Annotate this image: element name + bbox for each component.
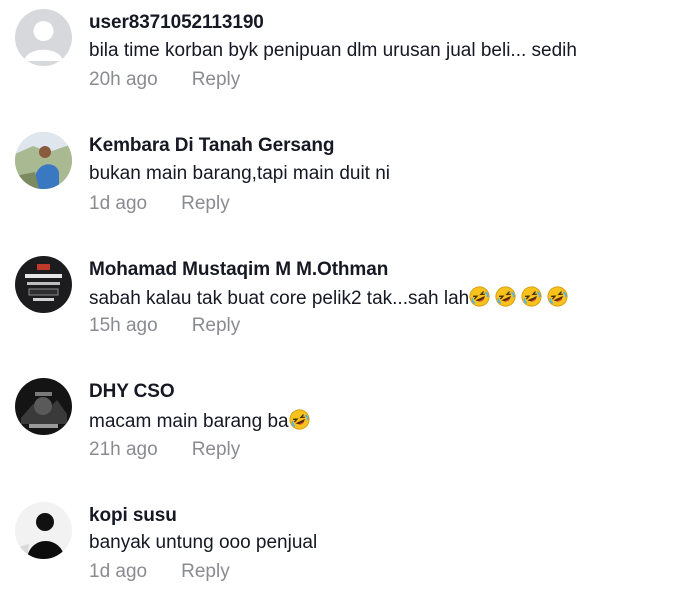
avatar[interactable] xyxy=(15,502,72,559)
comment-username[interactable]: DHY CSO xyxy=(89,381,175,403)
reply-button[interactable]: Reply xyxy=(192,439,241,460)
comment-meta: 1d ago Reply xyxy=(89,193,230,215)
reply-button[interactable]: Reply xyxy=(181,561,230,582)
reply-button[interactable]: Reply xyxy=(192,315,241,336)
photo-avatar-icon xyxy=(15,132,72,189)
comment-item: user8371052113190 bila time korban byk p… xyxy=(0,0,680,110)
comment-time: 1d ago xyxy=(89,561,148,582)
comment-item: Kembara Di Tanah Gersang bukan main bara… xyxy=(0,124,680,234)
reply-button[interactable]: Reply xyxy=(192,69,241,90)
comment-username[interactable]: user8371052113190 xyxy=(89,12,264,34)
rolling-on-floor-laughing-icon xyxy=(521,286,542,307)
rolling-on-floor-laughing-icon xyxy=(469,286,490,307)
comment-text: bila time korban byk penipuan dlm urusan… xyxy=(89,40,577,62)
comment-text-content: bukan main barang,tapi main duit ni xyxy=(89,163,391,184)
comment-item: DHY CSO macam main barang ba 21h ago Repl… xyxy=(0,371,680,481)
comment-username[interactable]: kopi susu xyxy=(89,505,177,527)
comment-username[interactable]: Kembara Di Tanah Gersang xyxy=(89,135,334,157)
avatar[interactable] xyxy=(15,9,72,66)
rolling-on-floor-laughing-icon xyxy=(495,286,516,307)
comment-username[interactable]: Mohamad Mustaqim M M.Othman xyxy=(89,259,388,281)
comment-item: Mohamad Mustaqim M M.Othman sabah kalau … xyxy=(0,247,680,357)
comment-meta: 20h ago Reply xyxy=(89,69,240,91)
avatar[interactable] xyxy=(15,378,72,435)
comment-text-content: banyak untung ooo penjual xyxy=(89,532,318,553)
rolling-on-floor-laughing-icon xyxy=(547,286,568,307)
comment-text: macam main barang ba xyxy=(89,409,315,433)
comment-time: 15h ago xyxy=(89,315,158,336)
comment-text-content: sabah kalau tak buat core pelik2 tak...s… xyxy=(89,288,470,309)
avatar[interactable] xyxy=(15,256,72,313)
emoji-group xyxy=(469,286,573,309)
rolling-on-floor-laughing-icon xyxy=(289,409,310,430)
comment-time: 21h ago xyxy=(89,439,158,460)
comment-meta: 21h ago Reply xyxy=(89,439,240,461)
comment-meta: 15h ago Reply xyxy=(89,315,240,337)
photo-avatar-icon xyxy=(15,502,72,559)
comment-text-content: bila time korban byk penipuan dlm urusan… xyxy=(89,40,577,61)
comment-text: banyak untung ooo penjual xyxy=(89,532,317,554)
comment-text-content: macam main barang ba xyxy=(89,411,289,432)
comment-item: kopi susu banyak untung ooo penjual 1d a… xyxy=(0,495,680,605)
comment-meta: 1d ago Reply xyxy=(89,561,230,583)
comment-time: 20h ago xyxy=(89,69,158,90)
default-user-avatar-icon xyxy=(15,9,72,66)
photo-avatar-icon xyxy=(15,378,72,435)
photo-avatar-icon xyxy=(15,256,72,313)
reply-button[interactable]: Reply xyxy=(181,193,230,214)
comment-text: sabah kalau tak buat core pelik2 tak...s… xyxy=(89,286,573,310)
emoji-group xyxy=(289,409,315,432)
comment-time: 1d ago xyxy=(89,193,148,214)
comment-text: bukan main barang,tapi main duit ni xyxy=(89,163,390,185)
avatar[interactable] xyxy=(15,132,72,189)
